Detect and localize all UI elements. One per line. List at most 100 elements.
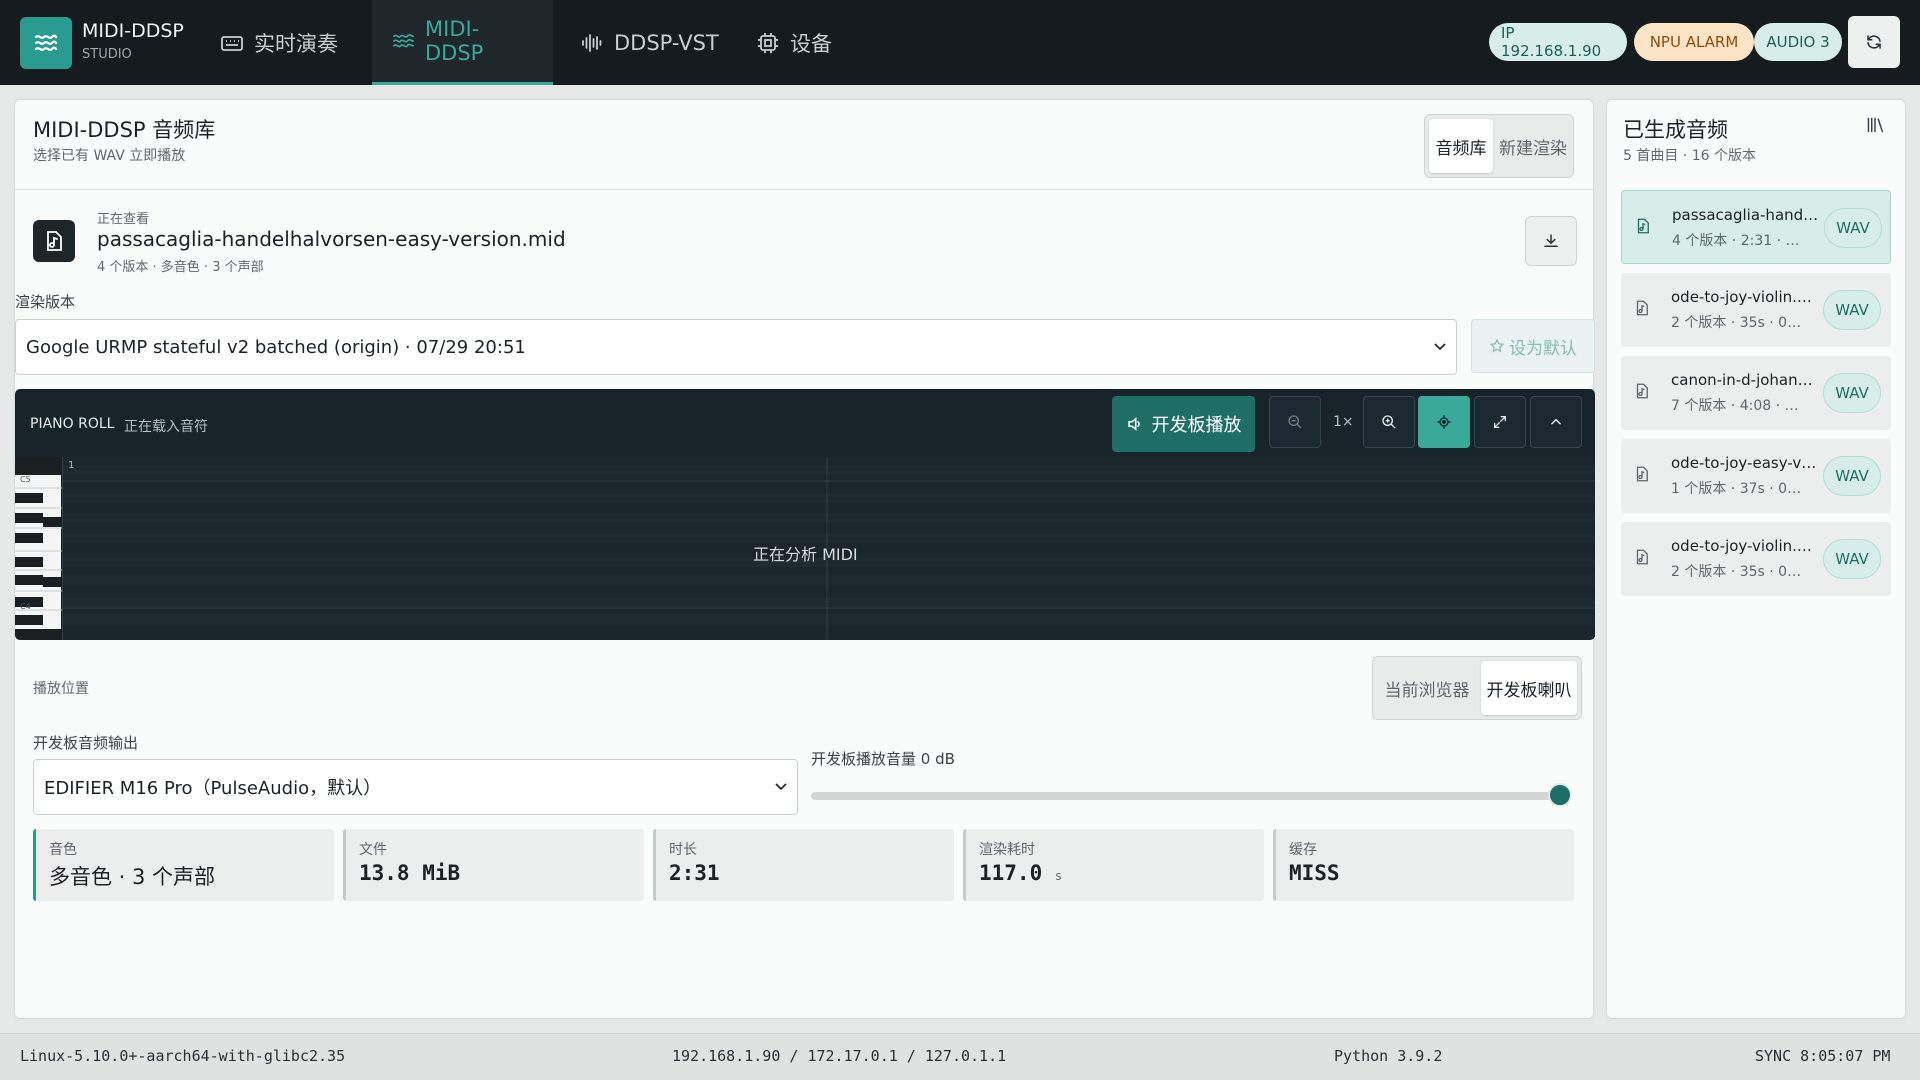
item-meta: 2 个版本 · 35s · 0… bbox=[1671, 564, 1802, 580]
key-c4-label: C4 bbox=[20, 602, 31, 611]
volume-slider[interactable] bbox=[811, 792, 1564, 800]
target-board-speaker[interactable]: 开发板喇叭 bbox=[1481, 661, 1577, 715]
bar-marker: 1 bbox=[68, 460, 75, 471]
waveform-icon bbox=[582, 33, 602, 52]
music-file-icon bbox=[1637, 218, 1649, 234]
tab-library[interactable]: 音频库 bbox=[1429, 119, 1493, 173]
list-item[interactable]: ode-to-joy-easy-version 1 个版本 · 37s · 0…… bbox=[1621, 439, 1891, 513]
locate-icon bbox=[1437, 415, 1451, 429]
tab-midi-ddsp-label: MIDI-DDSP bbox=[425, 17, 484, 65]
stat-duration: 时长 2:31 bbox=[653, 829, 954, 901]
zoom-in-button[interactable] bbox=[1363, 396, 1415, 448]
music-file-icon bbox=[1636, 383, 1648, 399]
stat-label: 音色 bbox=[49, 842, 77, 858]
page-title: MIDI-DDSP 音频库 bbox=[33, 118, 216, 142]
piano-roll-status: 正在载入音符 bbox=[124, 419, 208, 435]
board-play-button[interactable]: 开发板播放 bbox=[1112, 396, 1255, 452]
library-panel: MIDI-DDSP 音频库 选择已有 WAV 立即播放 音频库 新建渲染 正在查… bbox=[14, 99, 1595, 1019]
list-item[interactable]: ode-to-joy-violin.mid 2 个版本 · 35s · 0… W… bbox=[1621, 522, 1891, 596]
stat-label: 缓存 bbox=[1289, 842, 1317, 858]
list-item[interactable]: ode-to-joy-violin.mid 2 个版本 · 35s · 0… W… bbox=[1621, 273, 1891, 347]
follow-playhead-button[interactable] bbox=[1418, 396, 1470, 448]
tab-ddsp-vst[interactable]: DDSP-VST bbox=[560, 0, 739, 85]
set-default-button[interactable]: 设为默认 bbox=[1471, 319, 1595, 373]
music-file-icon bbox=[33, 220, 75, 262]
download-icon bbox=[1544, 234, 1558, 247]
tab-realtime[interactable]: 实时演奏 bbox=[200, 0, 358, 85]
stat-value: 2:31 bbox=[669, 861, 720, 885]
stat-label: 渲染耗时 bbox=[979, 842, 1035, 858]
current-file-meta: 4 个版本 · 多音色 · 3 个声部 bbox=[97, 260, 264, 275]
item-name: passacaglia-handelhalvorsen-easy-version bbox=[1672, 206, 1822, 224]
render-version-select[interactable]: Google URMP stateful v2 batched (origin)… bbox=[15, 319, 1457, 375]
speaker-icon bbox=[1127, 417, 1140, 431]
current-file-name: passacaglia-handelhalvorsen-easy-version… bbox=[97, 227, 566, 251]
keyboard-icon bbox=[221, 35, 243, 51]
zoom-out-icon bbox=[1288, 415, 1302, 429]
item-name: canon-in-d-johann-pachelbel bbox=[1671, 371, 1821, 389]
render-version-label: 渲染版本 bbox=[15, 293, 76, 311]
item-name: ode-to-joy-violin.mid bbox=[1671, 537, 1821, 555]
chevron-up-icon bbox=[1551, 418, 1561, 425]
collapse-button[interactable] bbox=[1530, 396, 1582, 448]
wav-badge[interactable]: WAV bbox=[1823, 539, 1881, 579]
piano-keyboard: C5 C4 bbox=[15, 457, 62, 640]
stat-value: MISS bbox=[1289, 861, 1340, 885]
refresh-icon bbox=[1867, 35, 1881, 49]
list-item[interactable]: passacaglia-handelhalvorsen-easy-version… bbox=[1621, 190, 1891, 264]
zoom-in-icon bbox=[1382, 415, 1396, 429]
wav-badge[interactable]: WAV bbox=[1823, 290, 1881, 330]
render-version-value: Google URMP stateful v2 batched (origin)… bbox=[26, 336, 526, 358]
tab-ddsp-vst-label: DDSP-VST bbox=[614, 30, 719, 55]
tab-new-render[interactable]: 新建渲染 bbox=[1497, 119, 1569, 173]
zoom-level: 1× bbox=[1333, 414, 1354, 430]
music-file-icon bbox=[1636, 549, 1648, 565]
audio-output-value: EDIFIER M16 Pro（PulseAudio，默认） bbox=[44, 778, 382, 799]
app-title: MIDI-DDSP bbox=[82, 20, 184, 42]
sync-time: SYNC 8:05:07 PM bbox=[1755, 1047, 1891, 1065]
library-icon[interactable] bbox=[1865, 116, 1885, 134]
generated-subtitle: 5 首曲目 · 16 个版本 bbox=[1623, 148, 1756, 164]
audio-badge: AUDIO 3 bbox=[1754, 23, 1842, 61]
volume-slider-handle[interactable] bbox=[1548, 783, 1572, 807]
stat-label: 时长 bbox=[669, 842, 697, 858]
stat-number: 117.0 bbox=[979, 861, 1043, 885]
refresh-button[interactable] bbox=[1848, 16, 1900, 68]
item-name: ode-to-joy-easy-version bbox=[1671, 454, 1821, 472]
target-browser[interactable]: 当前浏览器 bbox=[1377, 661, 1477, 715]
stat-render-time: 渲染耗时 117.0 s bbox=[963, 829, 1264, 901]
piano-roll-title: PIANO ROLL bbox=[30, 416, 115, 432]
audio-output-select[interactable]: EDIFIER M16 Pro（PulseAudio，默认） bbox=[33, 759, 798, 815]
chip-icon bbox=[758, 32, 778, 53]
music-file-icon bbox=[1636, 300, 1648, 316]
wav-badge[interactable]: WAV bbox=[1823, 456, 1881, 496]
zoom-out-button[interactable] bbox=[1269, 396, 1321, 448]
fullscreen-button[interactable] bbox=[1474, 396, 1526, 448]
download-button[interactable] bbox=[1525, 216, 1577, 266]
item-meta: 7 个版本 · 4:08 · … bbox=[1671, 398, 1799, 414]
list-item[interactable]: canon-in-d-johann-pachelbel 7 个版本 · 4:08… bbox=[1621, 356, 1891, 430]
key-c5-label: C5 bbox=[20, 475, 31, 484]
stat-cache: 缓存 MISS bbox=[1273, 829, 1574, 901]
wav-badge[interactable]: WAV bbox=[1823, 373, 1881, 413]
volume-label: 开发板播放音量 0 dB bbox=[811, 750, 955, 768]
wav-badge[interactable]: WAV bbox=[1824, 208, 1882, 248]
stat-file: 文件 13.8 MiB bbox=[343, 829, 644, 901]
top-bar: MIDI-DDSP STUDIO 实时演奏 MIDI-DDSP DDSP-VST… bbox=[0, 0, 1920, 85]
playback-target-toggle: 当前浏览器 开发板喇叭 bbox=[1372, 656, 1582, 720]
tab-midi-ddsp[interactable]: MIDI-DDSP bbox=[372, 0, 553, 85]
tab-device[interactable]: 设备 bbox=[736, 0, 852, 85]
page-subtitle: 选择已有 WAV 立即播放 bbox=[33, 148, 186, 164]
ip-badge: IP 192.168.1.90 bbox=[1489, 23, 1627, 61]
playback-target-label: 播放位置 bbox=[33, 681, 89, 697]
star-icon bbox=[1489, 338, 1505, 353]
waves-icon bbox=[393, 34, 414, 48]
item-meta: 1 个版本 · 37s · 0… bbox=[1671, 481, 1802, 497]
generated-title: 已生成音频 bbox=[1623, 118, 1728, 142]
python-version: Python 3.9.2 bbox=[1334, 1047, 1443, 1065]
divider bbox=[15, 189, 1593, 190]
npu-alarm-badge: NPU ALARM bbox=[1634, 23, 1754, 61]
chevron-down-icon bbox=[1434, 343, 1446, 351]
audio-output-label: 开发板音频输出 bbox=[33, 734, 139, 752]
stat-unit: s bbox=[1054, 869, 1063, 883]
